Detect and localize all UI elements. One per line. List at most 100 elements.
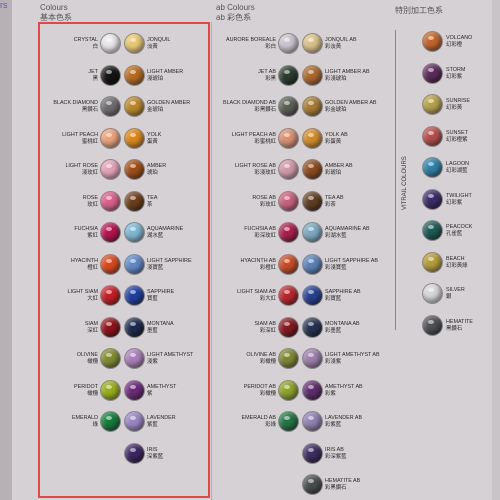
- gem-swatch[interactable]: [279, 128, 298, 148]
- gem-swatch[interactable]: [303, 317, 322, 337]
- swatch-name: AURORE BOREALE: [225, 37, 276, 43]
- gem-swatch[interactable]: [279, 34, 298, 53]
- gem-swatch[interactable]: [279, 349, 298, 368]
- gem-swatch[interactable]: [423, 158, 442, 177]
- swatch-name: SILVER: [446, 287, 465, 293]
- swatch-chinese-name: 彩黑鑽石: [325, 485, 347, 491]
- swatch-name: FUCHSIA AB: [244, 226, 276, 232]
- ab-colours-subtitle: ab 彩色系: [216, 13, 252, 22]
- gem-swatch[interactable]: [303, 349, 322, 368]
- special-colours-title: 特別加工色系: [395, 6, 443, 15]
- swatch-chinese-name: 彩玫紅: [259, 201, 276, 208]
- corner-text: rs: [0, 0, 8, 10]
- swatch-chinese-name: 彩黑鑽石: [254, 107, 276, 113]
- gem-swatch[interactable]: [303, 65, 322, 85]
- swatch-chinese-name: 彩茶: [325, 201, 336, 208]
- gem-swatch[interactable]: [423, 221, 442, 240]
- gem-swatch[interactable]: [303, 475, 322, 494]
- gem-swatch[interactable]: [303, 380, 322, 400]
- gem-swatch[interactable]: [423, 63, 442, 83]
- swatch-name: LIGHT SIAM AB: [237, 289, 276, 295]
- swatch-name: HEMATITE: [446, 318, 473, 325]
- selection-highlight-box[interactable]: [38, 22, 210, 498]
- swatch-chinese-name: 彩橙紅: [259, 264, 276, 271]
- gem-swatch[interactable]: [279, 412, 298, 431]
- gem-swatch[interactable]: [279, 254, 298, 274]
- gem-swatch[interactable]: [303, 34, 322, 53]
- gem-swatch[interactable]: [423, 284, 442, 303]
- swatch-card-page: { "headers":{"solid_top":"Colours","soli…: [0, 0, 500, 500]
- gem-swatch[interactable]: [423, 252, 442, 272]
- gem-swatch[interactable]: [279, 97, 298, 116]
- gem-swatch[interactable]: [423, 189, 442, 209]
- gem-swatch[interactable]: [279, 223, 298, 242]
- gem-swatch[interactable]: [279, 65, 298, 85]
- gem-swatch[interactable]: [279, 191, 298, 211]
- swatch-name: LIGHT SAPPHIRE AB: [325, 257, 378, 264]
- swatch-chinese-name: 孔雀藍: [446, 231, 463, 237]
- swatch-chinese-name: 彩深紫藍: [325, 453, 347, 460]
- swatch-chinese-name: 彩墨藍: [325, 327, 342, 334]
- swatch-chinese-name: 彩琥珀: [325, 170, 342, 176]
- swatch-chinese-name: 彩深玫紅: [254, 233, 276, 239]
- swatch-chinese-name: 彩淺琥珀: [325, 75, 347, 82]
- swatch-name: SUNRISE: [446, 98, 470, 104]
- gem-swatch[interactable]: [303, 286, 322, 305]
- gem-swatch[interactable]: [423, 32, 442, 51]
- vitrail-bracket-line: [395, 30, 396, 330]
- swatch-chinese-name: 彩淡黃: [325, 44, 342, 50]
- swatch-name: STORM: [446, 66, 466, 73]
- swatch-chinese-name: 幻彩黃: [446, 105, 463, 111]
- swatch-chinese-name: 彩深紅: [259, 327, 276, 334]
- swatch-chinese-name: 幻彩橙: [446, 42, 463, 48]
- swatch-chinese-name: 黑鑽石: [446, 325, 463, 332]
- swatch-name: LIGHT AMETHYST AB: [325, 352, 380, 358]
- gem-swatch[interactable]: [303, 443, 322, 463]
- swatch-chinese-name: 彩金琥珀: [325, 107, 347, 113]
- gem-swatch[interactable]: [303, 191, 322, 211]
- gem-swatch[interactable]: [303, 223, 322, 242]
- column-divider: [211, 22, 212, 500]
- swatch-name: BLACK DIAMOND AB: [222, 100, 276, 106]
- gem-swatch[interactable]: [279, 317, 298, 337]
- gem-swatch[interactable]: [303, 160, 322, 179]
- swatch-chinese-name: 彩淺玫紅: [254, 170, 276, 176]
- swatch-name: TEA AB: [325, 194, 344, 201]
- swatch-name: LAGOON: [446, 161, 470, 167]
- gem-swatch[interactable]: [279, 286, 298, 305]
- gem-swatch[interactable]: [303, 412, 322, 431]
- swatch-chinese-name: 彩黑: [265, 75, 276, 82]
- gem-swatch[interactable]: [303, 97, 322, 116]
- swatch-chinese-name: 幻彩橙紫: [446, 136, 468, 143]
- swatch-name: SUNSET: [446, 129, 468, 136]
- swatch-name: VOLCANO: [446, 35, 473, 41]
- swatch-chinese-name: 彩橄欖: [259, 359, 276, 365]
- gem-swatch[interactable]: [303, 128, 322, 148]
- swatch-chinese-name: 幻彩湖藍: [446, 168, 468, 174]
- swatch-name: AMETHYST AB: [325, 383, 363, 390]
- gem-swatch[interactable]: [279, 160, 298, 179]
- swatch-name: EMERALD AB: [241, 415, 276, 421]
- swatch-chinese-name: 彩淺紫: [325, 359, 342, 365]
- swatch-name: LIGHT ROSE AB: [235, 163, 276, 169]
- gem-swatch[interactable]: [423, 95, 442, 114]
- swatch-chinese-name: 彩紫藍: [325, 422, 342, 428]
- swatch-chinese-name: 彩白: [265, 44, 276, 50]
- swatch-chinese-name: 幻彩紫: [446, 73, 463, 80]
- swatch-chinese-name: 銀: [446, 294, 452, 300]
- gem-swatch[interactable]: [423, 315, 442, 335]
- swatch-chinese-name: 彩寶藍: [325, 296, 342, 302]
- gem-swatch[interactable]: [423, 126, 442, 146]
- swatch-name: HEMATITE AB: [325, 478, 361, 484]
- swatch-chinese-name: 彩大紅: [259, 296, 276, 302]
- swatch-name: GOLDEN AMBER AB: [325, 100, 377, 106]
- swatch-name: HYACINTH AB: [240, 257, 276, 264]
- gem-swatch[interactable]: [303, 254, 322, 274]
- swatch-chinese-name: 彩蛋黃: [325, 138, 342, 145]
- gem-swatch[interactable]: [279, 380, 298, 400]
- swatch-chinese-name: 彩綠: [265, 422, 276, 428]
- swatch-name: OLIVINE AB: [246, 352, 276, 358]
- swatch-chinese-name: 幻彩黃綠: [446, 262, 468, 269]
- swatch-name: JONQUIL AB: [325, 37, 357, 43]
- swatch-chinese-name: 彩湖水藍: [325, 233, 347, 239]
